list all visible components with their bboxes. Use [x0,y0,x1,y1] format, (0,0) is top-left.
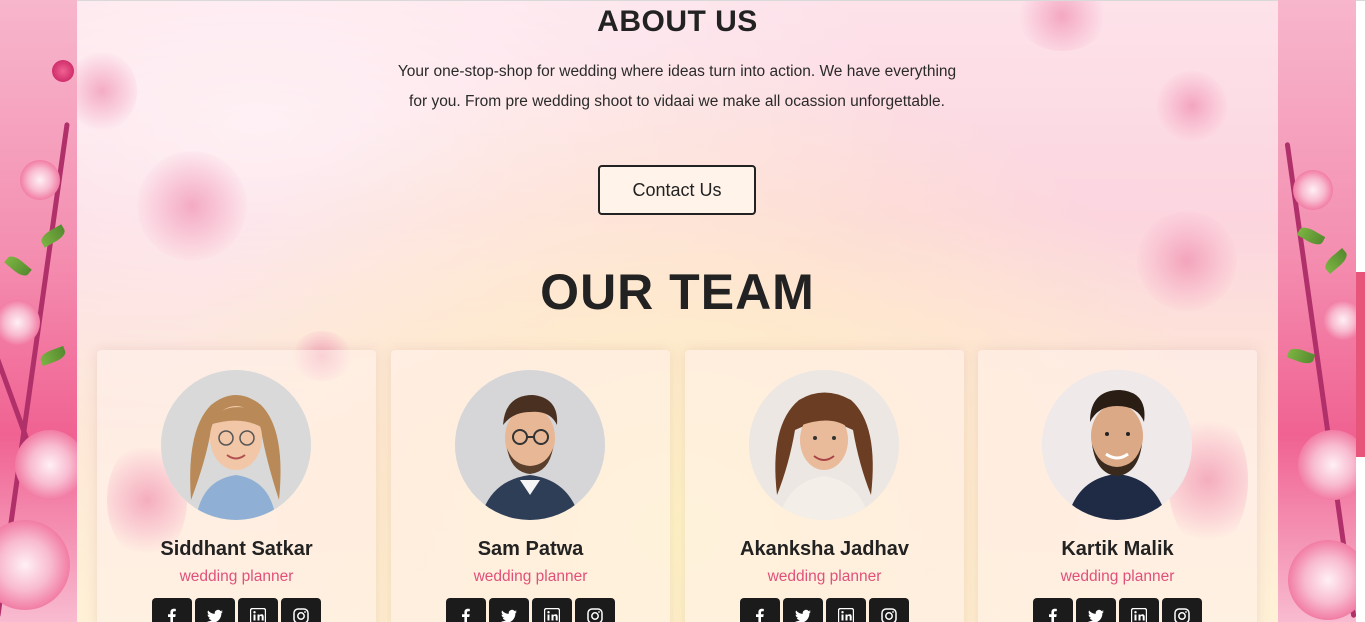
twitter-icon[interactable] [783,598,823,622]
linkedin-icon[interactable] [238,598,278,622]
avatar [1042,370,1192,520]
member-name: Kartik Malik [1061,538,1174,560]
team-title: OUR TEAM [540,264,815,320]
team-member-card: Siddhant Satkar wedding planner [97,350,376,622]
scrollbar-thumb[interactable] [1356,272,1365,457]
avatar [161,370,311,520]
facebook-icon[interactable] [740,598,780,622]
member-role: wedding planner [1060,568,1175,585]
contact-us-button[interactable]: Contact Us [598,165,756,215]
social-links [152,598,321,622]
main-panel: ABOUT US Your one-stop-shop for wedding … [77,1,1278,622]
member-name: Akanksha Jadhav [740,538,909,560]
about-description: Your one-stop-shop for wedding where ide… [397,63,957,110]
avatar [749,370,899,520]
member-role: wedding planner [179,568,294,585]
twitter-icon[interactable] [195,598,235,622]
social-links [1033,598,1202,622]
facebook-icon[interactable] [1033,598,1073,622]
member-role: wedding planner [767,568,882,585]
about-title: ABOUT US [597,5,758,38]
member-name: Siddhant Satkar [160,538,313,560]
facebook-icon[interactable] [152,598,192,622]
right-floral-decoration [1278,0,1356,622]
linkedin-icon[interactable] [1119,598,1159,622]
social-links [446,598,615,622]
team-member-card: Kartik Malik wedding planner [978,350,1257,622]
blossom-decoration [137,151,247,261]
linkedin-icon[interactable] [532,598,572,622]
facebook-icon[interactable] [446,598,486,622]
blossom-decoration [1157,71,1227,141]
team-member-card: Sam Patwa wedding planner [391,350,670,622]
twitter-icon[interactable] [489,598,529,622]
instagram-icon[interactable] [575,598,615,622]
instagram-icon[interactable] [869,598,909,622]
left-floral-decoration [0,0,77,622]
linkedin-icon[interactable] [826,598,866,622]
member-role: wedding planner [473,568,588,585]
team-member-card: Akanksha Jadhav wedding planner [685,350,964,622]
twitter-icon[interactable] [1076,598,1116,622]
instagram-icon[interactable] [281,598,321,622]
social-links [740,598,909,622]
instagram-icon[interactable] [1162,598,1202,622]
blossom-decoration [77,51,137,131]
member-name: Sam Patwa [477,538,584,560]
avatar [455,370,605,520]
